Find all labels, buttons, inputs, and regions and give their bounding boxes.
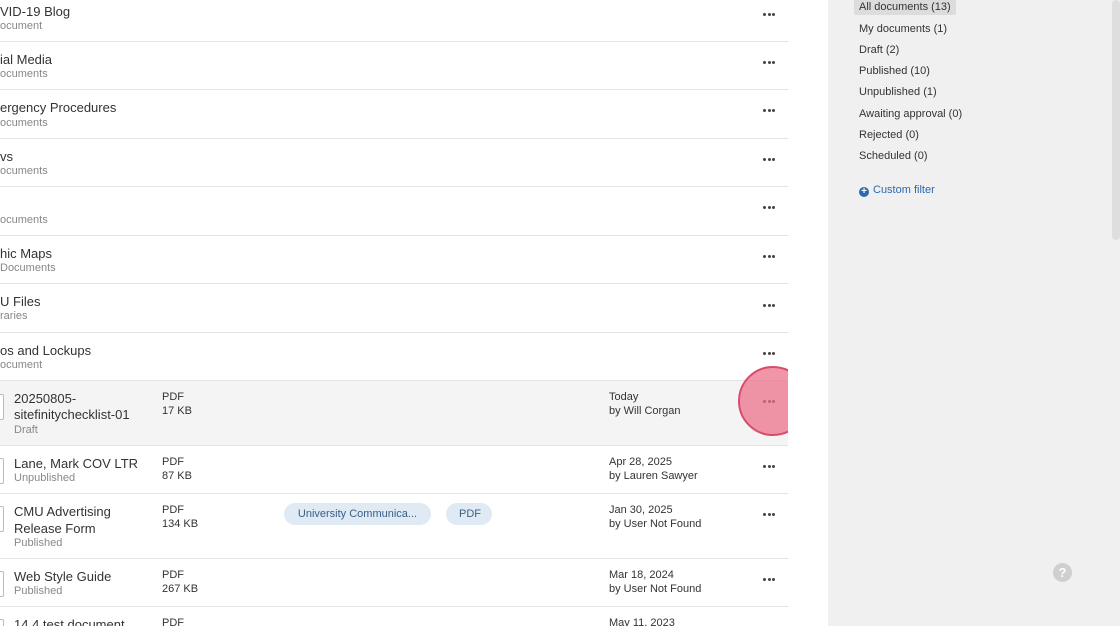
more-actions-button[interactable] xyxy=(758,153,780,165)
document-title[interactable]: Lane, Mark COV LTR xyxy=(14,456,138,472)
filter-draft[interactable]: Draft (2) xyxy=(854,42,904,58)
list-item[interactable]: vs ocuments xyxy=(0,139,788,187)
more-actions-button[interactable] xyxy=(758,347,780,359)
modified-by: by Lauren Sawyer xyxy=(609,470,698,482)
custom-filter-label: Custom filter xyxy=(873,184,935,196)
item-title[interactable]: vs xyxy=(0,149,13,164)
file-icon xyxy=(0,458,4,484)
status-label: Draft xyxy=(14,424,38,436)
list-item[interactable]: os and Lockups ocument xyxy=(0,333,788,381)
file-type: PDF xyxy=(162,504,184,516)
item-title[interactable]: ergency Procedures xyxy=(0,100,116,115)
file-type: PDF xyxy=(162,617,184,626)
category-tag[interactable]: University Communica... xyxy=(284,503,431,525)
status-label: Published xyxy=(14,585,63,597)
list-item[interactable]: VID-19 Blog ocument xyxy=(0,0,788,42)
item-title[interactable]: VID-19 Blog xyxy=(0,4,70,19)
plus-circle-icon: + xyxy=(859,187,869,197)
more-actions-button[interactable] xyxy=(758,201,780,213)
item-title[interactable]: hic Maps xyxy=(0,246,52,261)
file-icon xyxy=(0,394,4,420)
file-size: 267 KB xyxy=(162,583,199,595)
document-title[interactable]: 14.4 test document xyxy=(14,617,125,626)
type-tag[interactable]: PDF xyxy=(446,503,492,525)
file-type: PDF xyxy=(162,456,184,468)
more-actions-button[interactable] xyxy=(758,508,780,520)
modified-date: Today xyxy=(609,391,639,403)
document-title[interactable]: Web Style Guide xyxy=(14,569,111,585)
item-title[interactable]: os and Lockups xyxy=(0,343,91,358)
more-actions-button[interactable] xyxy=(758,104,780,116)
item-subtitle: ocuments xyxy=(0,68,48,80)
modified-by: by User Not Found xyxy=(609,518,702,530)
table-row[interactable]: Lane, Mark COV LTR Unpublished PDF 87 KB… xyxy=(0,446,788,494)
item-subtitle: ocument xyxy=(0,20,43,32)
main-content: VID-19 Blog ocument ial Media ocuments e… xyxy=(0,0,788,626)
document-title[interactable]: CMU Advertising xyxy=(14,504,111,520)
file-icon xyxy=(0,619,4,626)
scrollbar[interactable] xyxy=(1112,0,1120,240)
modified-date: Jan 30, 2025 xyxy=(609,504,673,516)
status-label: Published xyxy=(14,537,63,549)
file-size: 134 KB xyxy=(162,518,199,530)
filter-my-documents[interactable]: My documents (1) xyxy=(854,21,952,37)
filter-sidebar: All documents (13) My documents (1) Draf… xyxy=(828,0,1120,626)
file-icon xyxy=(0,571,4,597)
help-icon[interactable]: ? xyxy=(1053,563,1072,582)
item-subtitle: ocuments xyxy=(0,214,48,226)
item-title[interactable]: U Files xyxy=(0,294,40,309)
more-actions-button[interactable] xyxy=(758,56,780,68)
list-item[interactable]: ial Media ocuments xyxy=(0,42,788,90)
custom-filter-link[interactable]: + Custom filter xyxy=(859,184,935,197)
table-row[interactable]: CMU Advertising Release Form Published P… xyxy=(0,494,788,559)
list-item[interactable]: hic Maps Documents xyxy=(0,236,788,284)
table-row[interactable]: 20250805- sitefinitychecklist-01 Draft P… xyxy=(0,381,788,446)
file-type: PDF xyxy=(162,391,184,403)
filter-unpublished[interactable]: Unpublished (1) xyxy=(854,84,942,100)
item-subtitle: raries xyxy=(0,310,28,322)
table-row[interactable]: Web Style Guide Published PDF 267 KB Mar… xyxy=(0,559,788,607)
filter-scheduled[interactable]: Scheduled (0) xyxy=(854,148,933,164)
document-title-line2[interactable]: sitefinitychecklist-01 xyxy=(14,407,130,423)
document-title-line2[interactable]: Release Form xyxy=(14,521,96,537)
file-size: 87 KB xyxy=(162,470,192,482)
item-subtitle: ocuments xyxy=(0,165,48,177)
item-subtitle: Documents xyxy=(0,262,56,274)
file-size: 17 KB xyxy=(162,405,192,417)
more-actions-button[interactable] xyxy=(758,299,780,311)
filter-awaiting-approval[interactable]: Awaiting approval (0) xyxy=(854,106,967,122)
file-type: PDF xyxy=(162,569,184,581)
filter-all-documents[interactable]: All documents (13) xyxy=(854,0,956,15)
modified-date: Mar 18, 2024 xyxy=(609,569,674,581)
modified-date: May 11, 2023 xyxy=(609,617,675,626)
modified-by: by Will Corgan xyxy=(609,405,681,417)
item-subtitle: ocuments xyxy=(0,117,48,129)
list-item[interactable]: U Files raries xyxy=(0,284,788,333)
item-title[interactable]: ial Media xyxy=(0,52,52,67)
item-subtitle: ocument xyxy=(0,359,43,371)
document-title[interactable]: 20250805- xyxy=(14,391,76,407)
more-actions-button[interactable] xyxy=(758,460,780,472)
list-item[interactable]: ergency Procedures ocuments xyxy=(0,90,788,139)
file-icon xyxy=(0,506,4,532)
table-row[interactable]: 14.4 test document PDF May 11, 2023 xyxy=(0,607,788,626)
modified-by: by User Not Found xyxy=(609,583,702,595)
modified-date: Apr 28, 2025 xyxy=(609,456,672,468)
filter-rejected[interactable]: Rejected (0) xyxy=(854,127,924,143)
more-actions-button[interactable] xyxy=(758,250,780,262)
more-actions-button[interactable] xyxy=(758,573,780,585)
more-actions-button[interactable] xyxy=(758,395,780,407)
filter-published[interactable]: Published (10) xyxy=(854,63,935,79)
list-item[interactable]: ocuments xyxy=(0,187,788,236)
status-label: Unpublished xyxy=(14,472,76,484)
more-actions-button[interactable] xyxy=(758,8,780,20)
